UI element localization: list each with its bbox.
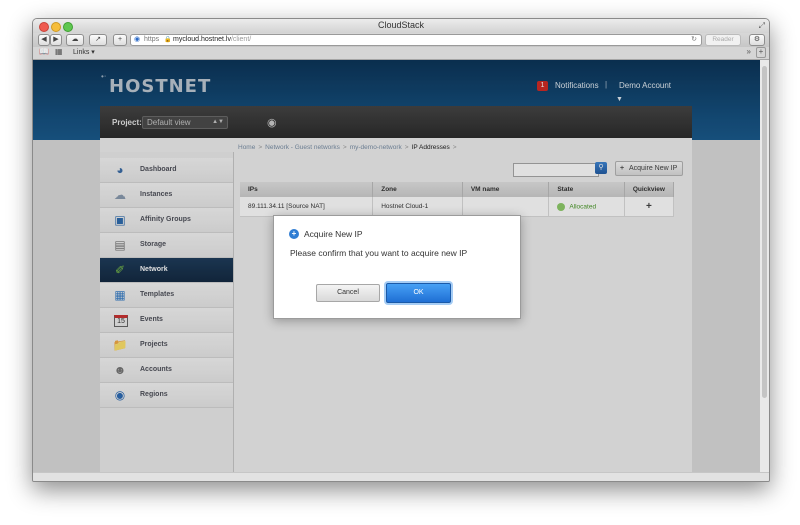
reader-button[interactable]: Reader <box>705 34 741 46</box>
url-protocol: https <box>144 36 160 43</box>
window-title: CloudStack <box>377 20 425 30</box>
url-host-text: mycloud.hostnet.lv <box>173 36 231 43</box>
new-tab-icon[interactable]: + <box>113 34 127 46</box>
scroll-thumb[interactable] <box>762 66 767 398</box>
top-sites-grid-icon[interactable]: ▦ <box>55 47 63 56</box>
bookmarks-bar: 📖 ▦ Links ▾ » + <box>33 47 769 60</box>
back-icon[interactable]: ◀ <box>38 34 50 46</box>
horizontal-scrollbar[interactable] <box>33 472 769 481</box>
icloud-tabs-icon[interactable]: ☁ <box>66 34 84 46</box>
fullscreen-icon[interactable]: ⤢ <box>759 21 765 31</box>
dialog-message: Please confirm that you want to acquire … <box>290 248 468 258</box>
reload-icon[interactable]: ↻ <box>691 35 697 45</box>
site-globe-icon: ◉ <box>134 36 141 43</box>
title-bar: CloudStack ⤢ <box>33 19 769 33</box>
cancel-button[interactable]: Cancel <box>316 284 380 302</box>
reading-list-icon[interactable]: 📖 <box>39 47 49 56</box>
links-bookmark-menu[interactable]: Links ▾ <box>73 48 95 56</box>
url-path: /client/ <box>230 36 252 43</box>
add-tab-icon[interactable]: + <box>756 47 766 58</box>
address-bar[interactable]: ◉ https 🔒 mycloud.hostnet.lv/client/ ↻ <box>130 34 702 46</box>
acquire-ip-dialog: + Acquire New IP Please confirm that you… <box>273 215 521 319</box>
more-bookmarks-icon[interactable]: » <box>747 47 751 56</box>
vertical-scrollbar[interactable] <box>760 60 769 472</box>
url-host: mycloud.hostnet.lv/client/ <box>173 35 251 45</box>
forward-icon[interactable]: ▶ <box>50 34 62 46</box>
browser-toolbar: ◀ ▶ ☁ ↗ + ◉ https 🔒 mycloud.hostnet.lv/c… <box>33 33 769 47</box>
dialog-title: Acquire New IP <box>304 229 363 239</box>
share-icon[interactable]: ↗ <box>89 34 107 46</box>
lock-icon: 🔒 <box>164 37 172 43</box>
settings-gear-icon[interactable]: ⚙ <box>749 34 765 46</box>
ok-button[interactable]: OK <box>386 283 451 303</box>
info-icon: + <box>289 229 299 239</box>
